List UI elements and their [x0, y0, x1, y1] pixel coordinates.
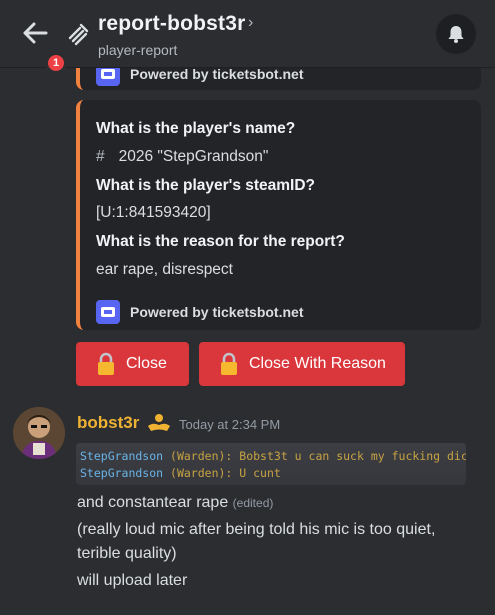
report-embed: What is the player's name? #2026 "StepGr…: [76, 100, 481, 330]
image-chat-name: StepGrandson: [80, 449, 164, 463]
edited-label: (edited): [232, 496, 274, 510]
unread-badge: 1: [45, 52, 67, 74]
message-line: and constantear rape (edited): [77, 494, 273, 512]
channel-header: 1 report-bobst3r › player-report: [0, 0, 495, 74]
ticket-icon: [96, 300, 120, 324]
steamid-value: [U:1:841593420]: [96, 204, 211, 221]
message-text: and constantear rape: [77, 494, 229, 511]
bell-icon: [448, 26, 464, 43]
close-with-reason-label: Close With Reason: [249, 355, 386, 372]
lock-icon: [221, 352, 237, 375]
chevron-right-icon[interactable]: ›: [248, 14, 253, 32]
image-chat-role: (Warden):: [170, 466, 233, 480]
image-chat-name: StepGrandson: [80, 466, 164, 480]
hash-label: #: [96, 148, 105, 165]
message-author[interactable]: bobst3r: [77, 413, 139, 433]
close-button[interactable]: Close: [76, 342, 189, 386]
arrow-left-icon: [23, 22, 48, 44]
close-button-label: Close: [126, 355, 167, 372]
image-chat-line: StepGrandson (Warden): Bobst3t u can suc…: [80, 449, 466, 463]
attached-image[interactable]: StepGrandson (Warden): Bobst3t u can suc…: [76, 443, 466, 485]
image-chat-role: (Warden):: [170, 449, 233, 463]
message-line: terible quality): [77, 545, 177, 562]
field-name: What is the player's steamID?: [96, 177, 316, 194]
message-line: (really loud mic after being told his mi…: [77, 521, 436, 538]
channel-title[interactable]: report-bobst3r: [98, 12, 245, 36]
image-chat-text: Bobst3t u can suck my fucking dick: [239, 449, 466, 463]
player-name-value: 2026 "StepGrandson": [118, 148, 269, 165]
thread-icon: [68, 23, 89, 46]
embed-footer-text: Powered by ticketsbot.net: [130, 304, 304, 320]
message-line: will upload later: [77, 572, 188, 589]
channel-subtitle: player-report: [98, 42, 178, 58]
field-value: #2026 "StepGrandson": [96, 148, 268, 166]
embed-footer-text: Powered by ticketsbot.net: [130, 66, 304, 82]
image-chat-text: U cunt: [239, 466, 281, 480]
back-button[interactable]: 1: [16, 14, 67, 74]
notification-button[interactable]: [436, 14, 476, 54]
image-chat-line: StepGrandson (Warden): U cunt: [80, 466, 281, 480]
role-icon: [148, 414, 170, 431]
lock-icon: [98, 352, 114, 375]
field-name: What is the player's name?: [96, 120, 296, 137]
avatar[interactable]: [13, 407, 65, 459]
reason-value: ear rape, disrespect: [96, 261, 233, 278]
message-timestamp: Today at 2:34 PM: [179, 417, 281, 432]
embed-footer: Powered by ticketsbot.net: [96, 300, 303, 324]
field-name: What is the reason for the report?: [96, 233, 345, 250]
close-with-reason-button[interactable]: Close With Reason: [199, 342, 405, 386]
